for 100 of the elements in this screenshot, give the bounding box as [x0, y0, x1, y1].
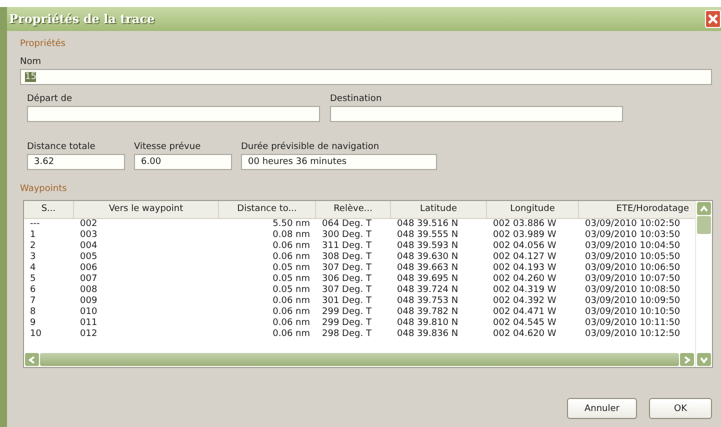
field-label: Nom: [20, 57, 42, 67]
table-row[interactable]: 4 006 0.05 nm 307 Deg. T 048 39.663 N 002 04.193 W 03/09/2010 10:06:50: [24, 263, 695, 274]
column-header[interactable]: Latitude: [391, 201, 487, 218]
vertical-scrollbar[interactable]: [695, 201, 712, 367]
table-cell-text: 048 39.810 N: [396, 318, 460, 329]
table-cell-text: 0.06 nm: [272, 329, 311, 340]
table-cell-text: 0.08 nm: [272, 230, 311, 241]
column-header[interactable]: Distance to...: [219, 201, 316, 218]
close-button[interactable]: [705, 10, 721, 28]
table-cell-text: 299 Deg. T: [321, 307, 372, 318]
name-field[interactable]: 15: [20, 69, 712, 85]
table-row[interactable]: 9 011 0.06 nm 299 Deg. T 048 39.810 N 002 04.545 W 03/09/2010 10:11:50: [24, 318, 695, 329]
field-label: Destination: [330, 94, 383, 104]
table-cell-text: 048 39.516 N: [396, 219, 460, 230]
table-cell-text: 048 39.782 N: [396, 307, 460, 318]
scroll-thumb[interactable]: [40, 353, 679, 366]
scroll-right-button[interactable]: [680, 353, 694, 366]
column-header[interactable]: ETE/Horodatage: [579, 201, 695, 218]
table-cell-text: 002 04.193 W: [492, 263, 558, 274]
distance-field[interactable]: 3.62: [27, 154, 125, 170]
scroll-down-button[interactable]: [697, 353, 711, 366]
table-cell-text: 007: [79, 274, 98, 285]
scroll-thumb[interactable]: [697, 216, 711, 234]
table-cell-text: 4: [29, 263, 37, 274]
table-cell-text: 307 Deg. T: [321, 285, 372, 296]
table-row[interactable]: 3 005 0.06 nm 308 Deg. T 048 39.630 N 002 04.127 W 03/09/2010 10:05:50: [24, 252, 695, 263]
table-cell-text: 002 04.127 W: [492, 252, 558, 263]
table-cell-text: 011: [79, 318, 98, 329]
table-cell-text: 308 Deg. T: [321, 252, 372, 263]
cancel-button[interactable]: Annuler: [567, 398, 637, 419]
column-header[interactable]: S...: [24, 201, 74, 218]
scroll-up-button[interactable]: [697, 202, 711, 215]
table-cell-text: 299 Deg. T: [321, 318, 372, 329]
table-cell-text: 7: [29, 296, 37, 307]
table-cell-text: 03/09/2010 10:10:50: [584, 307, 682, 318]
table-cell-text: 004: [79, 241, 98, 252]
table-row[interactable]: --- 002 5.50 nm 064 Deg. T 048 39.516 N 002 03.886 W 03/09/2010 10:02:50: [24, 219, 695, 230]
table-cell-text: 03/09/2010 10:08:50: [584, 285, 682, 296]
column-header[interactable]: Relève...: [316, 201, 391, 218]
table-cell-text: 0.06 nm: [272, 318, 311, 329]
table-cell-text: 0.05 nm: [272, 285, 311, 296]
table-cell-text: 002 04.056 W: [492, 241, 558, 252]
table-cell-text: 0.05 nm: [272, 274, 311, 285]
table-cell-text: 002 04.620 W: [492, 329, 558, 340]
destination-field[interactable]: [330, 106, 623, 122]
table-cell-text: ---: [29, 219, 41, 230]
column-header[interactable]: Vers le waypoint: [74, 201, 219, 218]
table-cell-text: 002 03.989 W: [492, 230, 558, 241]
table-cell-text: 003: [79, 230, 98, 241]
speed-field[interactable]: 6.00: [134, 154, 232, 170]
duration-field[interactable]: 00 heures 36 minutes: [241, 154, 437, 170]
table-cell-text: 03/09/2010 10:04:50: [584, 241, 682, 252]
table-cell-text: 306 Deg. T: [321, 274, 372, 285]
table-cell-text: 6: [29, 285, 37, 296]
departure-field[interactable]: [27, 106, 320, 122]
ok-button[interactable]: OK: [649, 398, 712, 419]
table-cell-text: 0.05 nm: [272, 263, 311, 274]
table-cell-text: 5.50 nm: [272, 219, 311, 230]
table-cell-text: 9: [29, 318, 37, 329]
column-header[interactable]: Longitude: [487, 201, 579, 218]
table-cell-text: 002 04.392 W: [492, 296, 558, 307]
table-cell-text: 002: [79, 219, 98, 230]
table-cell-text: 002 04.319 W: [492, 285, 558, 296]
table-cell-text: 307 Deg. T: [321, 263, 372, 274]
table-cell-text: 2: [29, 241, 37, 252]
table-cell-text: 005: [79, 252, 98, 263]
table-cell-text: 048 39.593 N: [396, 241, 460, 252]
table-cell-text: 5: [29, 274, 37, 285]
table-cell-text: 008: [79, 285, 98, 296]
close-icon: [707, 13, 719, 25]
table-cell-text: 064 Deg. T: [321, 219, 372, 230]
table-cell-text: 048 39.724 N: [396, 285, 460, 296]
table-cell-text: 010: [79, 307, 98, 318]
table-cell-text: 03/09/2010 10:03:50: [584, 230, 682, 241]
table-cell-text: 048 39.555 N: [396, 230, 460, 241]
table-cell-text: 3: [29, 252, 37, 263]
table-cell-text: 03/09/2010 10:06:50: [584, 263, 682, 274]
table-cell-text: 048 39.630 N: [396, 252, 460, 263]
table-row[interactable]: 1 003 0.08 nm 300 Deg. T 048 39.555 N 002 03.989 W 03/09/2010 10:03:50: [24, 230, 695, 241]
field-label: Vitesse prévue: [134, 142, 202, 152]
table-cell-text: 002 04.545 W: [492, 318, 558, 329]
table-cell-text: 0.06 nm: [272, 296, 311, 307]
table-cell-text: 012: [79, 329, 98, 340]
horizontal-scrollbar[interactable]: [24, 352, 695, 367]
table-cell-text: 03/09/2010 10:05:50: [584, 252, 682, 263]
table-cell-text: 002 04.260 W: [492, 274, 558, 285]
table-row[interactable]: 8 010 0.06 nm 299 Deg. T 048 39.782 N 002 04.471 W 03/09/2010 10:10:50: [24, 307, 695, 318]
table-row[interactable]: 5 007 0.05 nm 306 Deg. T 048 39.695 N 002 04.260 W 03/09/2010 10:07:50: [24, 274, 695, 285]
table-cell-text: 1: [29, 230, 37, 241]
scroll-left-button[interactable]: [25, 353, 39, 366]
table-cell-text: 10: [29, 329, 42, 340]
table-row[interactable]: 10 012 0.06 nm 298 Deg. T 048 39.836 N 002 04.620 W 03/09/2010 10:12:50: [24, 329, 695, 340]
table-cell-text: 009: [79, 296, 98, 307]
table-row[interactable]: 7 009 0.06 nm 301 Deg. T 048 39.753 N 002 04.392 W 03/09/2010 10:09:50: [24, 296, 695, 307]
table-cell-text: 002 04.471 W: [492, 307, 558, 318]
table-row[interactable]: 6 008 0.05 nm 307 Deg. T 048 39.724 N 002 04.319 W 03/09/2010 10:08:50: [24, 285, 695, 296]
table-row[interactable]: 2 004 0.06 nm 311 Deg. T 048 39.593 N 002 04.056 W 03/09/2010 10:04:50: [24, 241, 695, 252]
table-cell-text: 0.06 nm: [272, 307, 311, 318]
table-cell-text: 03/09/2010 10:07:50: [584, 274, 682, 285]
table-cell-text: 048 39.663 N: [396, 263, 460, 274]
